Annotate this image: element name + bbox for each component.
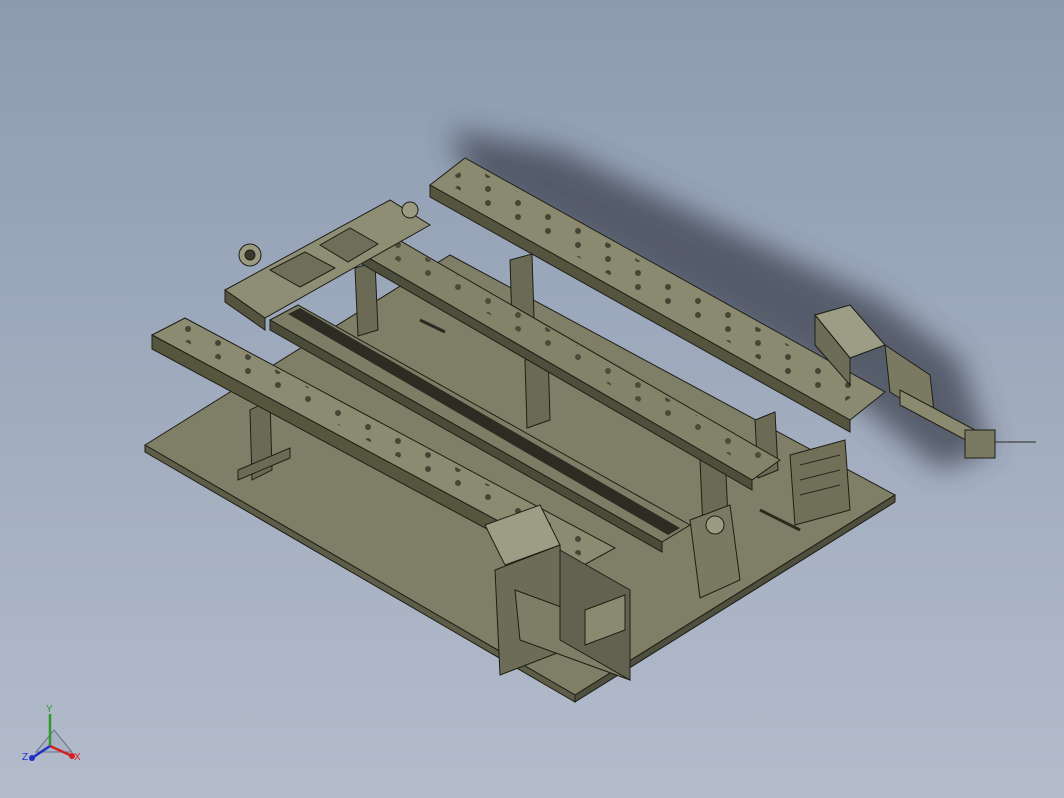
x-axis-label: X bbox=[74, 752, 81, 763]
cad-viewport[interactable]: Y X Z bbox=[0, 0, 1064, 798]
orientation-triad: Y X Z bbox=[22, 704, 81, 763]
z-axis-label: Z bbox=[22, 752, 28, 763]
cad-model-view[interactable] bbox=[0, 0, 1064, 798]
z-axis-tip bbox=[29, 755, 35, 761]
y-axis-label: Y bbox=[46, 704, 53, 715]
